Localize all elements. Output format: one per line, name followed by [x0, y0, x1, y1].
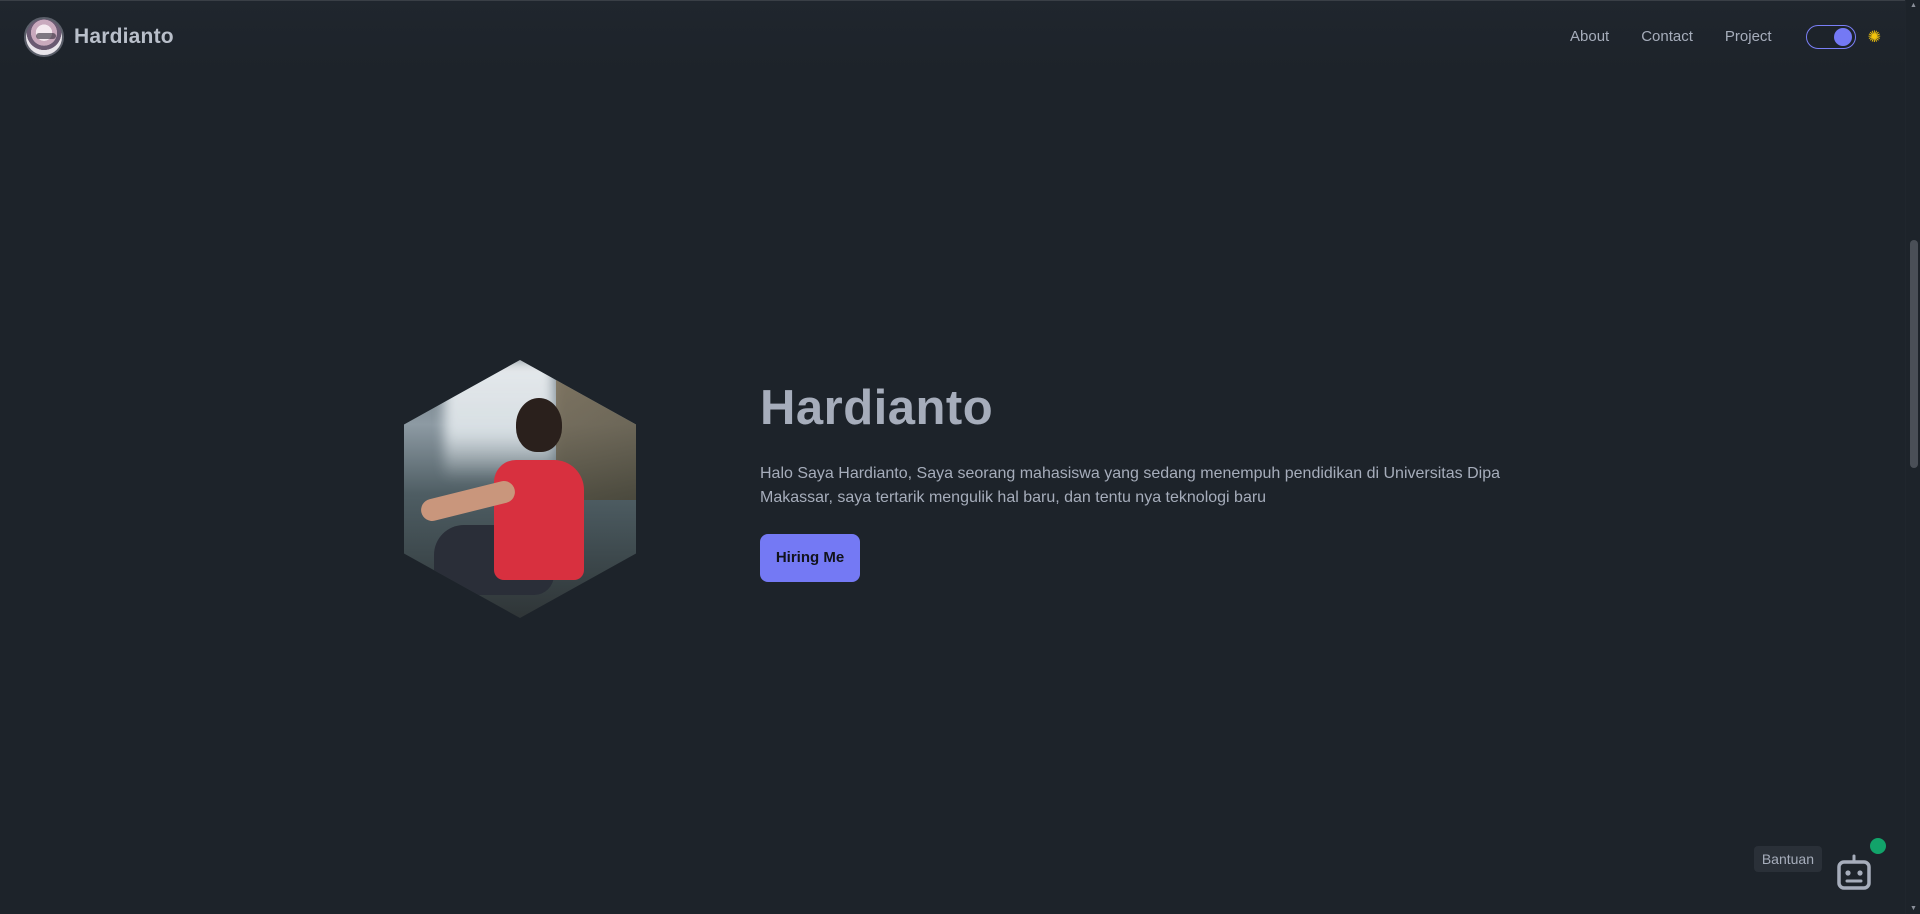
hero-section: Hardianto Halo Saya Hardianto, Saya seor…: [0, 0, 1905, 914]
navbar: Hardianto About Contact Project ✺: [0, 0, 1905, 72]
help-widget[interactable]: Bantuan: [1753, 838, 1886, 896]
sun-icon: ✺: [1867, 28, 1881, 46]
scroll-down-arrow-icon[interactable]: ▼: [1910, 905, 1917, 912]
person-head-shape: [516, 398, 562, 452]
nav-link-about[interactable]: About: [1570, 28, 1609, 45]
theme-toggle-knob: [1833, 27, 1852, 46]
nav-right: About Contact Project ✺: [1570, 24, 1881, 49]
hiring-me-button[interactable]: Hiring Me: [760, 534, 860, 582]
robot-icon-svg: [1837, 854, 1871, 890]
hero-text: Hardianto Halo Saya Hardianto, Saya seor…: [760, 380, 1560, 582]
profile-photo-hexagon: [404, 360, 636, 618]
avatar: [24, 16, 64, 57]
brand[interactable]: Hardianto: [24, 16, 174, 57]
scrollbar-thumb[interactable]: [1910, 240, 1918, 468]
robot-icon[interactable]: [1832, 838, 1886, 896]
person-shirt-shape: [494, 460, 584, 580]
theme-toggle[interactable]: [1805, 24, 1856, 49]
hero-description: Halo Saya Hardianto, Saya seorang mahasi…: [760, 465, 1500, 506]
page-scrollbar[interactable]: ▲ ▼: [1905, 0, 1920, 914]
help-label: Bantuan: [1753, 846, 1822, 872]
brand-name: Hardianto: [74, 24, 174, 48]
online-status-dot: [1870, 838, 1886, 854]
profile-photo: [404, 360, 636, 618]
nav-link-project[interactable]: Project: [1725, 28, 1772, 45]
scroll-up-arrow-icon[interactable]: ▲: [1910, 2, 1917, 9]
page-root: Hardianto Halo Saya Hardianto, Saya seor…: [0, 0, 1920, 914]
hero-title: Hardianto: [760, 381, 994, 435]
nav-link-contact[interactable]: Contact: [1641, 28, 1693, 45]
